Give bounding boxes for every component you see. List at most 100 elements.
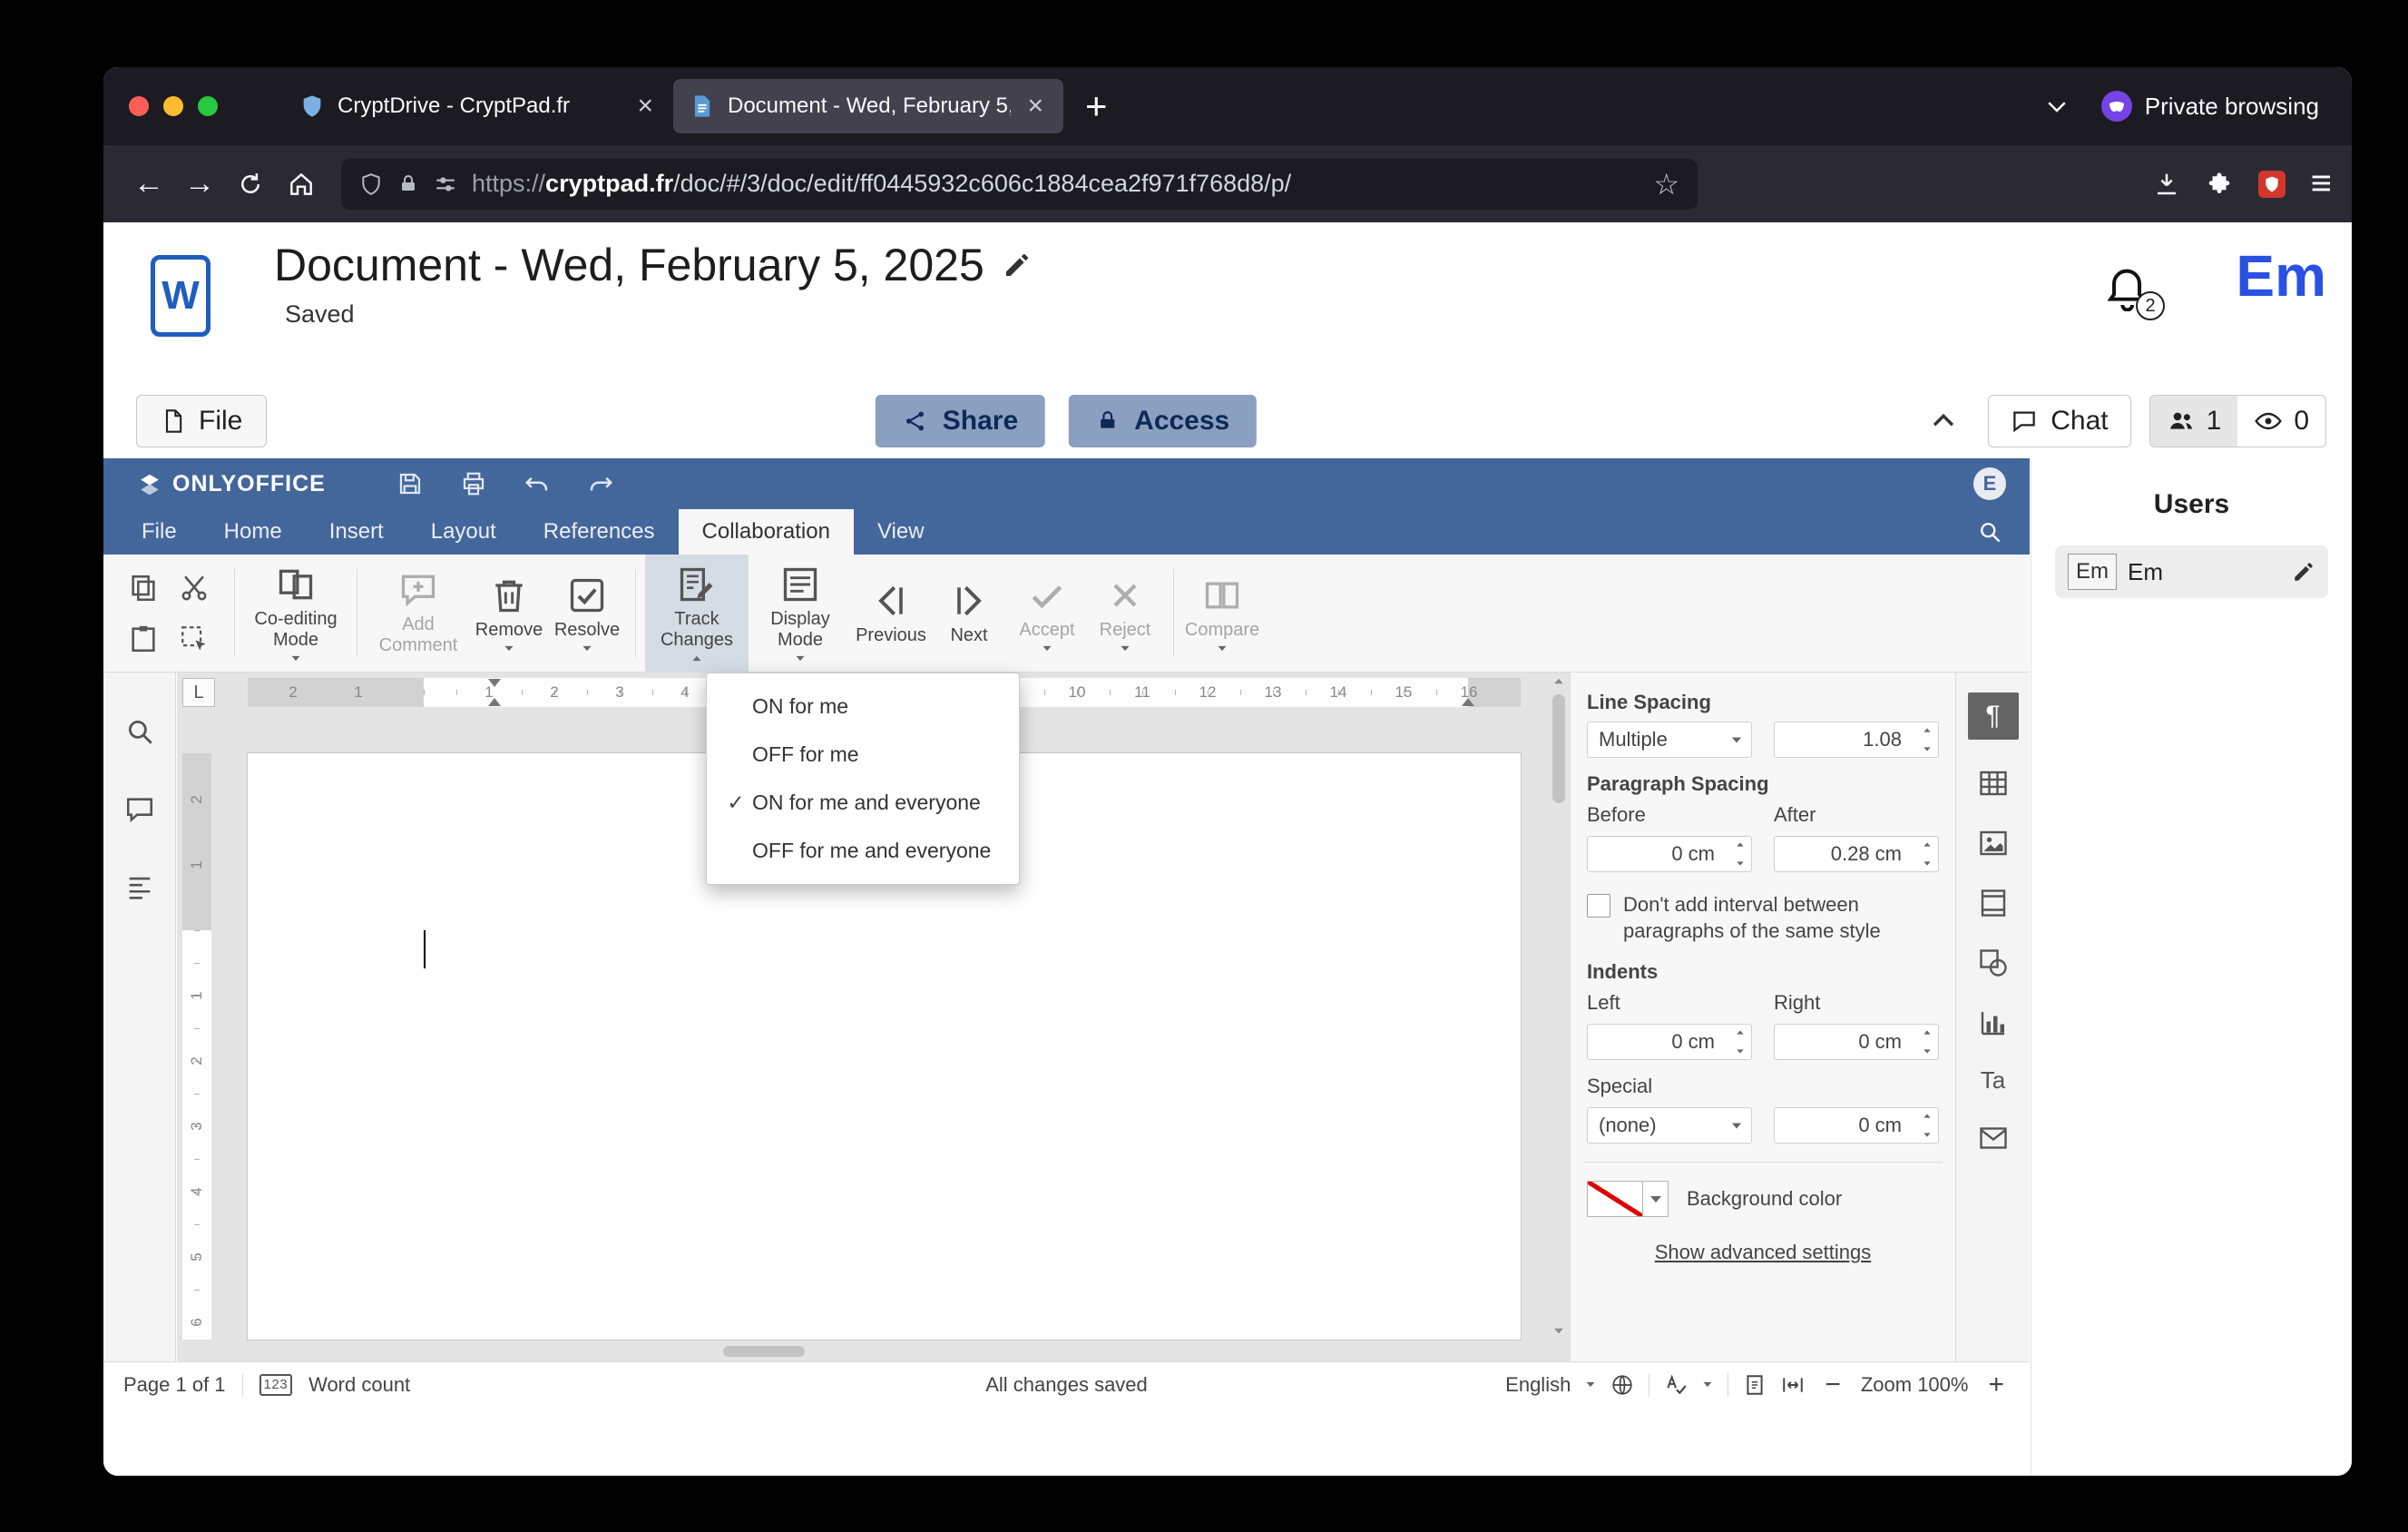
forward-button[interactable]: → [174, 159, 225, 210]
presence-counts[interactable]: 1 0 [2149, 395, 2326, 447]
compare-button[interactable]: Compare [1183, 555, 1261, 672]
tab-references[interactable]: References [520, 509, 679, 555]
scrollbar-thumb[interactable] [1552, 694, 1565, 803]
select-all-icon[interactable] [172, 617, 216, 661]
copy-icon[interactable] [122, 566, 165, 610]
scrollbar-thumb[interactable] [723, 1346, 805, 1357]
shape-settings-icon[interactable] [1977, 947, 2010, 979]
background-color-picker[interactable] [1587, 1181, 1669, 1218]
special-indent-select[interactable]: (none) [1587, 1107, 1752, 1144]
tab-insert[interactable]: Insert [306, 509, 407, 555]
url-text[interactable]: https://cryptpad.fr/doc/#/3/doc/edit/ff0… [472, 170, 1291, 198]
navigation-panel-icon[interactable] [124, 872, 155, 903]
next-change-button[interactable]: Next [930, 555, 1008, 672]
scroll-up-arrow-icon[interactable] [1554, 678, 1563, 684]
spinner-arrows[interactable] [1922, 727, 1933, 752]
spinner-arrows[interactable] [1922, 1113, 1933, 1138]
table-settings-icon[interactable] [1977, 767, 2010, 800]
document-language-button[interactable]: English [1505, 1373, 1571, 1397]
maximize-window-button[interactable] [198, 96, 218, 116]
user-list-item[interactable]: Em Em [2055, 545, 2328, 598]
zoom-out-button[interactable]: − [1819, 1370, 1846, 1399]
back-button[interactable]: ← [123, 159, 174, 210]
reload-button[interactable] [225, 159, 276, 210]
word-count-button[interactable]: Word count [308, 1373, 410, 1397]
bookmark-star-icon[interactable]: ☆ [1653, 167, 1679, 201]
special-indent-spinner[interactable]: 0 cm [1773, 1107, 1939, 1144]
ublock-origin-icon[interactable] [2257, 170, 2286, 198]
zoom-in-button[interactable]: + [1982, 1370, 2010, 1399]
paragraph-settings-icon[interactable]: ¶ [1967, 692, 2019, 740]
page-indicator[interactable]: Page 1 of 1 [123, 1373, 226, 1397]
tab-home[interactable]: Home [201, 509, 306, 555]
image-settings-icon[interactable] [1977, 827, 2010, 859]
spinner-arrows[interactable] [1922, 841, 1933, 867]
downloads-icon[interactable] [2153, 171, 2180, 198]
new-tab-button[interactable]: + [1080, 83, 1113, 129]
add-comment-button[interactable]: Add Comment [367, 555, 470, 672]
spinner-arrows[interactable] [1922, 1029, 1933, 1055]
edit-user-pencil-icon[interactable] [2292, 560, 2315, 584]
hamburger-menu-icon[interactable]: ≡ [2311, 163, 2332, 204]
save-icon[interactable] [396, 470, 424, 497]
interval-checkbox-row[interactable]: Don't add interval between paragraphs of… [1587, 892, 1939, 944]
tab-layout[interactable]: Layout [407, 509, 520, 555]
user-avatar[interactable]: Em [2236, 242, 2326, 309]
menu-item-on-for-me[interactable]: ON for me [707, 683, 1019, 731]
tab-stop-selector[interactable]: L [182, 678, 215, 707]
spinner-arrows[interactable] [1735, 1029, 1746, 1055]
chart-settings-icon[interactable] [1977, 1007, 2010, 1039]
access-button[interactable]: Access [1069, 395, 1258, 447]
track-changes-button[interactable]: Track Changes [645, 555, 749, 672]
collapse-toolbar-button[interactable] [1917, 395, 1970, 447]
indent-right-spinner[interactable]: 0 cm [1774, 1024, 1939, 1061]
close-tab-icon[interactable]: × [1023, 91, 1047, 122]
resolve-button[interactable]: Resolve [548, 555, 626, 672]
mail-merge-icon[interactable] [1977, 1122, 2010, 1154]
first-line-indent-marker[interactable] [488, 679, 501, 687]
comments-panel-icon[interactable] [124, 794, 155, 825]
scroll-down-arrow-icon[interactable] [1554, 1328, 1563, 1334]
home-button[interactable] [276, 159, 327, 210]
coediting-mode-button[interactable]: Co-editing Mode [244, 555, 347, 672]
edit-title-pencil-icon[interactable] [1003, 250, 1032, 280]
list-all-tabs-chevron-icon[interactable] [2043, 93, 2070, 120]
notifications-bell-icon[interactable]: 2 [2101, 260, 2165, 320]
browser-tab-cryptdrive[interactable]: CryptDrive - CryptPad.fr × [283, 79, 673, 133]
undo-icon[interactable] [524, 470, 551, 497]
right-indent-marker[interactable] [1462, 698, 1474, 706]
search-icon[interactable] [1977, 519, 2002, 545]
browser-tab-document[interactable]: Document - Wed, February 5, 2 × [673, 79, 1063, 133]
redo-icon[interactable] [587, 470, 614, 497]
menu-item-on-for-everyone[interactable]: ✓ ON for me and everyone [707, 779, 1019, 827]
line-spacing-amount-spinner[interactable]: 1.08 [1773, 722, 1939, 758]
page-title[interactable]: Document - Wed, February 5, 2025 [274, 239, 984, 291]
permissions-icon[interactable] [434, 172, 457, 196]
fit-page-icon[interactable] [1743, 1373, 1767, 1397]
tab-view[interactable]: View [854, 509, 948, 555]
header-footer-settings-icon[interactable] [1977, 887, 2010, 919]
cut-icon[interactable] [172, 566, 216, 610]
spellcheck-icon[interactable] [1664, 1373, 1688, 1397]
tab-file[interactable]: File [118, 509, 201, 555]
vertical-scrollbar[interactable] [1550, 674, 1568, 1338]
share-button[interactable]: Share [875, 395, 1046, 447]
zoom-level[interactable]: Zoom 100% [1861, 1373, 1969, 1397]
fit-width-icon[interactable] [1781, 1373, 1805, 1397]
indent-left-spinner[interactable]: 0 cm [1587, 1024, 1752, 1061]
background-color-swatch[interactable] [1587, 1181, 1643, 1218]
language-globe-icon[interactable] [1610, 1373, 1634, 1397]
left-indent-marker[interactable] [488, 698, 501, 706]
tracking-protection-shield-icon[interactable] [359, 172, 383, 196]
reject-change-button[interactable]: Reject [1086, 555, 1164, 672]
background-color-dropdown[interactable] [1643, 1181, 1669, 1218]
lock-icon[interactable] [397, 173, 419, 195]
vertical-ruler[interactable]: 21 123456 [182, 753, 211, 1340]
remove-comment-button[interactable]: Remove [470, 555, 548, 672]
previous-change-button[interactable]: Previous [852, 555, 930, 672]
close-tab-icon[interactable]: × [633, 91, 657, 122]
interval-checkbox[interactable] [1587, 894, 1610, 918]
tab-collaboration[interactable]: Collaboration [678, 509, 854, 555]
extensions-puzzle-icon[interactable] [2206, 171, 2233, 198]
find-search-icon[interactable] [124, 716, 155, 747]
